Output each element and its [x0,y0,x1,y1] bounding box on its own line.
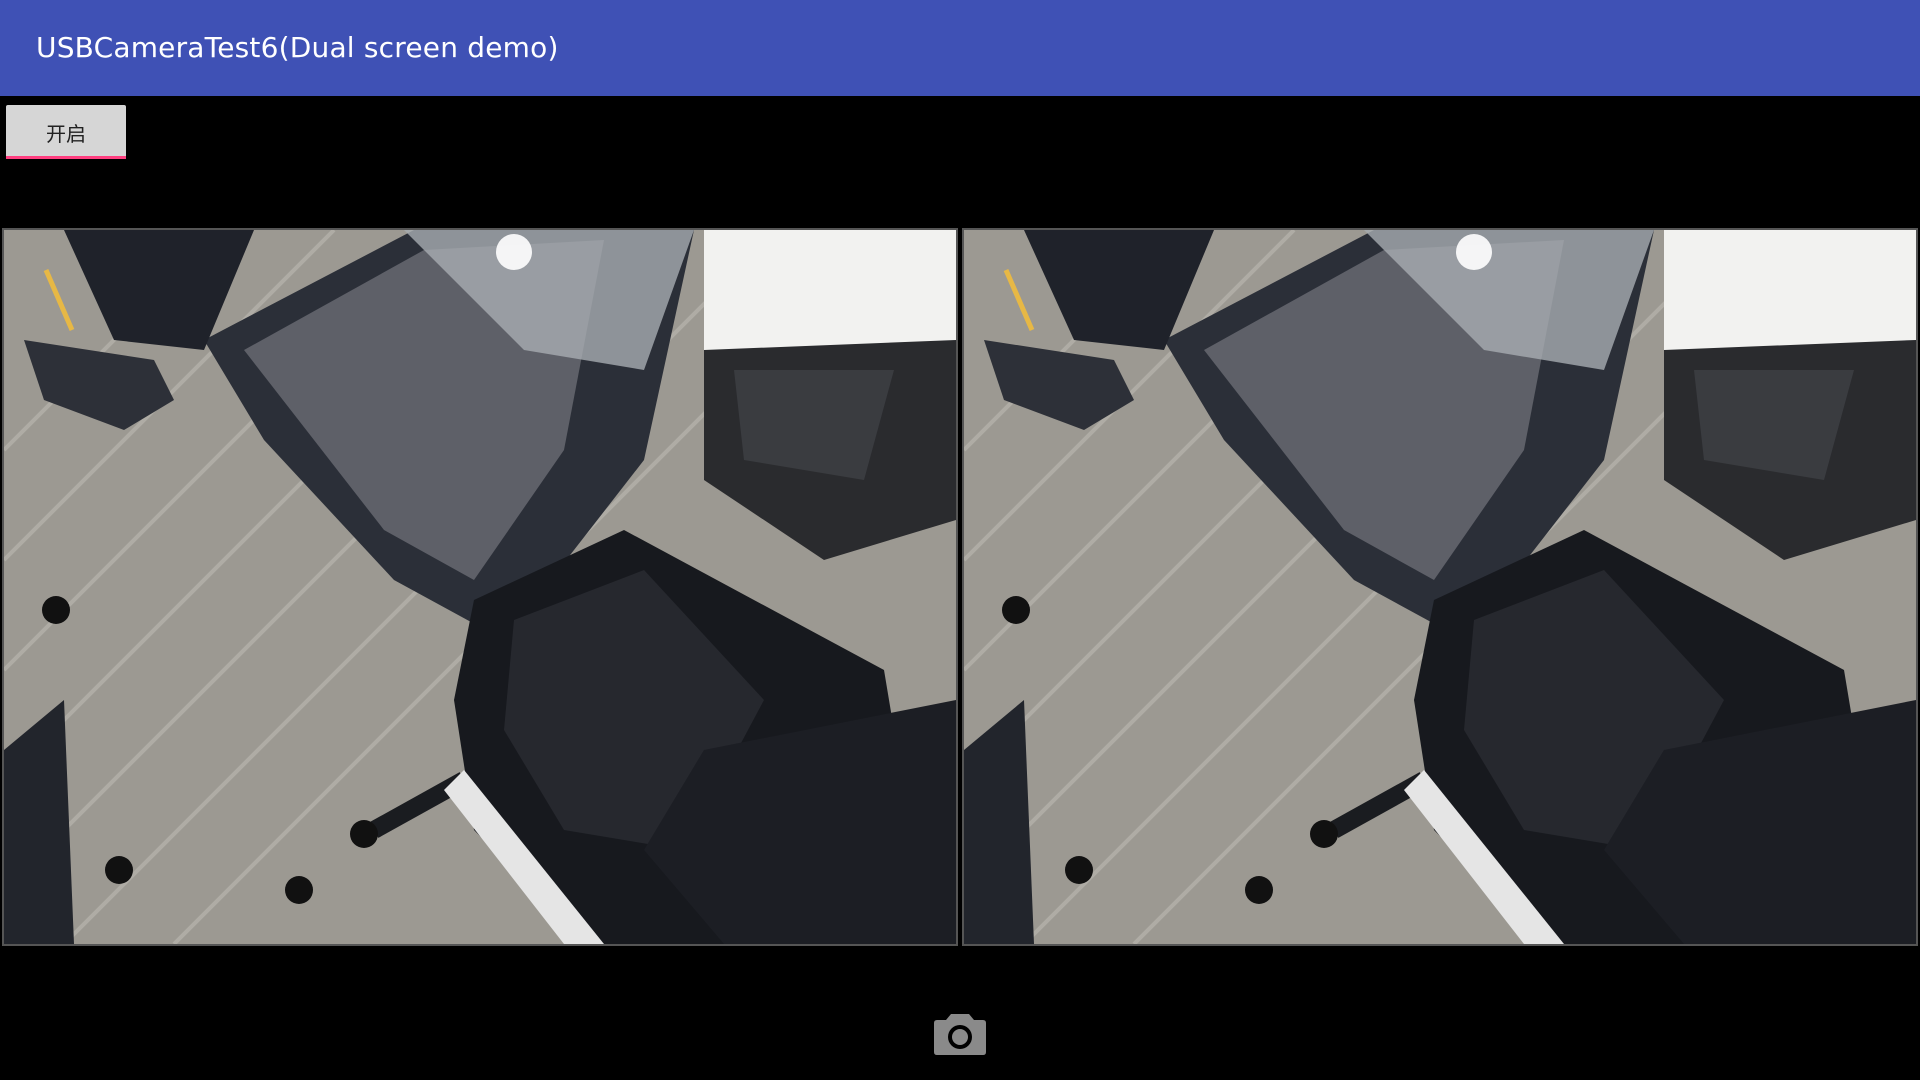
start-toggle-button[interactable]: 开启 [6,105,126,159]
app-title: USBCameraTest6(Dual screen demo) [36,31,559,64]
app-bar: USBCameraTest6(Dual screen demo) [0,0,1920,96]
camera-preview-right[interactable] [962,228,1918,946]
camera-frame-right [964,230,1916,944]
camera-frame-left [4,230,956,944]
toggle-underline [6,156,126,159]
camera-icon [934,1014,986,1055]
camera-preview-left[interactable] [2,228,958,946]
start-toggle-label: 开启 [46,121,86,146]
capture-button[interactable] [933,1012,987,1056]
